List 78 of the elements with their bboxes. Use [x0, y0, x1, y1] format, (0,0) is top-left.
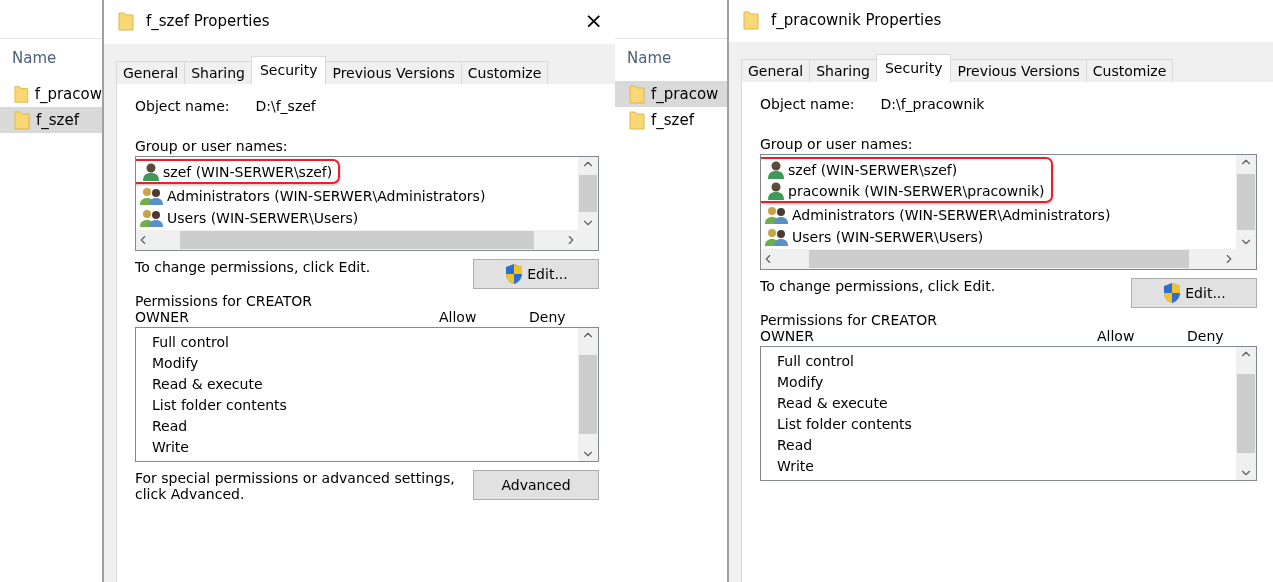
folder-item[interactable]: f_szef: [0, 107, 102, 133]
user-list-item[interactable]: Administrators (WIN-SERWER\Administrators): [765, 204, 1232, 225]
folder-item[interactable]: f_szef: [615, 107, 727, 133]
user-icon: [142, 161, 160, 182]
tab[interactable]: General: [741, 59, 811, 82]
object-name-value: D:\f_pracownik: [880, 96, 985, 112]
user-group-icon: [765, 204, 789, 225]
user-icon: [767, 159, 785, 180]
user-list[interactable]: szef (WIN-SERWER\szef) pracownik (WIN-SERWER\pracownik) Administrators (WIN-SERWER\Administrators) Users (WIN-SERWER\Users): [760, 154, 1257, 270]
scrollbar[interactable]: [1236, 155, 1256, 249]
folder-icon: [118, 11, 134, 31]
user-icon: [767, 180, 785, 201]
permissions-label: Permissions for CREATOR OWNER: [135, 293, 314, 325]
scrollbar[interactable]: [578, 328, 598, 461]
folder-icon: [14, 110, 30, 130]
user-list-item[interactable]: szef (WIN-SERWER\szef): [767, 159, 1045, 180]
permission-item: Write: [777, 458, 815, 474]
window-title: f_pracownik Properties: [771, 11, 943, 29]
window-title: f_szef Properties: [146, 12, 271, 30]
advanced-button[interactable]: Advanced: [473, 470, 599, 500]
permission-item: Read & execute: [152, 376, 264, 392]
tab[interactable]: Security: [250, 56, 327, 84]
permission-item: Modify: [777, 374, 825, 390]
permission-item: List folder contents: [777, 416, 913, 432]
shield-icon: [504, 263, 525, 285]
group-label: Group or user names:: [760, 136, 914, 152]
allow-header: Allow: [439, 309, 478, 325]
folder-icon: [629, 110, 645, 130]
tab[interactable]: Sharing: [809, 59, 877, 82]
object-name-label: Object name:: [135, 98, 230, 114]
user-group-icon: [765, 226, 789, 247]
user-list-item[interactable]: szef (WIN-SERWER\szef): [142, 161, 333, 182]
horizontal-scrollbar[interactable]: [761, 249, 1236, 269]
tab[interactable]: Customize: [460, 61, 549, 84]
permission-item: List folder contents: [152, 397, 288, 413]
folder-icon: [14, 84, 29, 104]
object-name-label: Object name:: [760, 96, 855, 112]
tab[interactable]: Sharing: [184, 61, 252, 84]
permission-item: Read & execute: [777, 395, 889, 411]
user-list-item[interactable]: Administrators (WIN-SERWER\Administrators): [140, 185, 574, 206]
permissions-list[interactable]: Full control Modify Read & execute List folder contents Read Write: [135, 327, 599, 462]
tab[interactable]: Security: [875, 54, 952, 82]
user-list-item[interactable]: pracownik (WIN-SERWER\pracownik): [767, 180, 1045, 201]
object-name-value: D:\f_szef: [255, 98, 316, 114]
close-button[interactable]: ×: [580, 10, 607, 32]
change-permissions-text: To change permissions, click Edit.: [760, 278, 996, 294]
folder-icon: [743, 10, 759, 30]
change-permissions-text: To change permissions, click Edit.: [135, 259, 371, 275]
permission-item: Write: [152, 439, 190, 455]
tab[interactable]: General: [116, 61, 186, 84]
user-list-item[interactable]: Users (WIN-SERWER\Users): [765, 226, 1232, 247]
folder-icon: [629, 84, 645, 104]
user-group-icon: [140, 185, 164, 206]
edit-button[interactable]: Edit...: [473, 259, 599, 289]
permissions-label: Permissions for CREATOR OWNER: [760, 312, 939, 344]
user-list-item[interactable]: Users (WIN-SERWER\Users): [140, 207, 574, 228]
permission-item: Read: [152, 418, 189, 434]
permissions-list[interactable]: Full control Modify Read & execute List folder contents Read Write: [760, 346, 1257, 481]
permission-item: Full control: [152, 334, 230, 350]
allow-header: Allow: [1097, 328, 1136, 344]
permission-item: Read: [777, 437, 814, 453]
shield-icon: [1162, 282, 1183, 304]
deny-header: Deny: [1187, 328, 1225, 344]
edit-button[interactable]: Edit...: [1131, 278, 1257, 308]
horizontal-scrollbar[interactable]: [136, 230, 578, 250]
user-list[interactable]: szef (WIN-SERWER\szef) Administrators (WIN-SERWER\Administrators) Users (WIN-SERWER\Users): [135, 156, 599, 251]
permission-item: Full control: [777, 353, 855, 369]
tab[interactable]: Customize: [1085, 59, 1174, 82]
folder-item[interactable]: f_pracow: [0, 81, 102, 107]
column-header[interactable]: Name: [0, 38, 102, 81]
folder-item[interactable]: f_pracow: [615, 81, 727, 107]
scrollbar[interactable]: [1236, 347, 1256, 480]
user-group-icon: [140, 207, 164, 228]
advanced-settings-text: For special permissions or advanced settings, click Advanced.: [135, 470, 455, 502]
group-label: Group or user names:: [135, 138, 289, 154]
scrollbar[interactable]: [578, 157, 598, 230]
permission-item: Modify: [152, 355, 200, 371]
deny-header: Deny: [529, 309, 567, 325]
